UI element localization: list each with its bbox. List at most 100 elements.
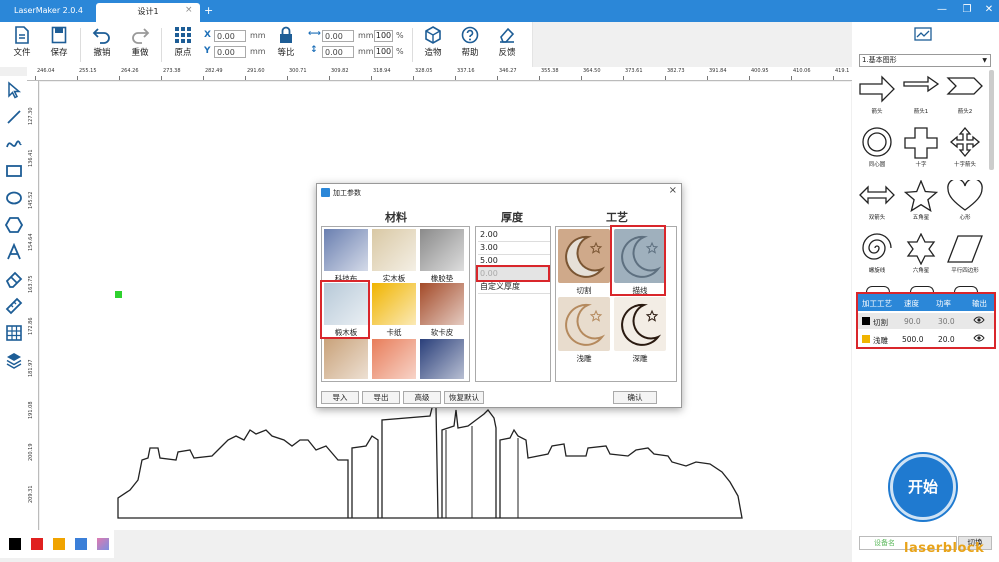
minimize-button[interactable]: — — [935, 4, 949, 15]
ruler-tick-label: 364.50 — [583, 68, 601, 74]
origin-label: 原点 — [174, 48, 192, 58]
close-button[interactable]: ✕ — [982, 4, 996, 15]
save-button[interactable]: 保存 — [43, 26, 75, 58]
skyline-drawing[interactable] — [116, 400, 746, 520]
restore-default-button[interactable]: 恢复默认 — [444, 391, 484, 404]
polygon-tool[interactable] — [5, 216, 23, 234]
layers-tool[interactable] — [5, 351, 23, 369]
layer-speed[interactable]: 500.0 — [902, 335, 923, 344]
add-tab-button[interactable]: + — [204, 4, 213, 17]
make-button[interactable]: 造物 — [417, 26, 449, 58]
tab-close-icon[interactable]: × — [185, 5, 193, 15]
layer-power[interactable]: 30.0 — [938, 317, 955, 326]
feedback-button[interactable]: 反馈 — [491, 26, 523, 58]
shape-item[interactable]: 平行四边形 — [944, 233, 986, 274]
save-icon — [51, 26, 67, 44]
y-input[interactable] — [214, 46, 246, 58]
curve-tool[interactable] — [5, 135, 23, 153]
ruler-tick-label: 355.38 — [541, 68, 559, 74]
shape-icon — [903, 75, 940, 93]
restore-button[interactable]: ❐ — [960, 4, 974, 15]
shape-label: 箭头2 — [957, 109, 973, 115]
help-button[interactable]: 帮助 — [454, 26, 486, 58]
shape-label: 五角星 — [912, 215, 930, 221]
material-thumbnail[interactable] — [372, 339, 416, 379]
shape-item[interactable]: 六角星 — [900, 233, 942, 274]
ruler-tick-label: 300.71 — [289, 68, 307, 74]
material-item[interactable]: 科技布 — [324, 229, 368, 284]
material-item[interactable]: 橡胶垫 — [420, 229, 464, 284]
shape-label: 螺旋线 — [868, 268, 886, 274]
shape-scrollbar[interactable] — [989, 70, 994, 170]
ruler-tool[interactable] — [5, 297, 23, 315]
eraser-tool[interactable] — [5, 270, 23, 288]
eye-icon[interactable] — [973, 334, 985, 344]
left-ruler: 127.30 136.41 145.52 154.64 163.75 172.86 181.… — [27, 81, 39, 530]
layer-power[interactable]: 20.0 — [938, 335, 955, 344]
rectangle-tool[interactable] — [5, 162, 23, 180]
width-percent-sign: % — [396, 31, 404, 40]
material-item[interactable]: 软卡皮 — [420, 283, 464, 338]
export-button[interactable]: 导出 — [362, 391, 400, 404]
file-button[interactable]: 文件 — [6, 26, 38, 58]
ruler-tick — [455, 76, 456, 80]
select-tool[interactable] — [5, 81, 23, 99]
chart-panel-icon[interactable] — [914, 27, 932, 41]
layer-speed[interactable]: 90.0 — [904, 317, 921, 326]
shape-item[interactable]: 同心圆 — [856, 127, 898, 168]
start-button[interactable]: 开始 — [890, 454, 956, 520]
thickness-option[interactable]: 3.00 — [478, 242, 550, 255]
color-swatch[interactable] — [31, 538, 43, 550]
shape-item[interactable]: 十字箭头 — [944, 127, 986, 168]
layer-row[interactable]: 切割 90.0 30.0 — [858, 313, 994, 329]
height-percent[interactable]: 100 — [374, 46, 393, 58]
shape-item[interactable]: 箭头1 — [900, 74, 942, 115]
ruler-tick — [77, 76, 78, 80]
dialog-close-icon[interactable]: × — [669, 185, 677, 196]
text-tool[interactable] — [5, 243, 23, 261]
import-button[interactable]: 导入 — [321, 391, 359, 404]
shape-label: 同心圆 — [868, 162, 886, 168]
ellipse-tool[interactable] — [5, 189, 23, 207]
width-input[interactable] — [322, 30, 354, 42]
lock-ratio-button[interactable]: 等比 — [270, 26, 302, 58]
shape-item[interactable]: 双箭头 — [856, 180, 898, 221]
shape-item[interactable]: 箭头2 — [944, 74, 986, 115]
shape-item[interactable]: 螺旋线 — [856, 233, 898, 274]
shape-item[interactable]: 五角星 — [900, 180, 942, 221]
material-thumbnail[interactable] — [420, 339, 464, 379]
process-item[interactable]: 深雕 — [614, 297, 666, 365]
height-input[interactable] — [322, 46, 354, 58]
material-item[interactable]: 卡纸 — [372, 283, 416, 338]
material-thumbnail[interactable] — [324, 339, 368, 379]
x-input[interactable] — [214, 30, 246, 42]
color-swatch[interactable] — [9, 538, 21, 550]
shape-category-select[interactable]: 1.基本图形 ▼ — [859, 54, 991, 67]
width-percent[interactable]: 100 — [374, 30, 393, 42]
ruler-tick — [35, 76, 36, 80]
color-swatch[interactable] — [53, 538, 65, 550]
color-swatch[interactable] — [97, 538, 109, 550]
shape-label: 心形 — [959, 215, 971, 221]
color-swatch[interactable] — [75, 538, 87, 550]
eye-icon[interactable] — [973, 316, 985, 326]
advanced-button[interactable]: 高级 — [403, 391, 441, 404]
shape-item[interactable]: 箭头 — [856, 74, 898, 115]
eraser-feedback-icon — [500, 27, 515, 43]
process-item[interactable]: 切割 — [558, 229, 610, 297]
layer-row[interactable]: 浅雕 500.0 20.0 — [858, 331, 994, 347]
material-item[interactable]: 实木板 — [372, 229, 416, 284]
process-item[interactable]: 浅雕 — [558, 297, 610, 365]
origin-button[interactable]: 原点 — [167, 26, 199, 58]
thickness-option[interactable]: 自定义厚度 — [478, 281, 550, 294]
process-title: 工艺 — [606, 211, 628, 224]
shape-item[interactable]: 十字 — [900, 127, 942, 168]
confirm-button[interactable]: 确认 — [613, 391, 657, 404]
undo-button[interactable]: 撤销 — [86, 26, 118, 58]
redo-button[interactable]: 重做 — [124, 26, 156, 58]
toolbar: 文件 保存 撤销 重做 原点 X mm Y mm 等比 ⟷ mm 100 % ↕ — [0, 22, 533, 67]
line-tool[interactable] — [5, 108, 23, 126]
thickness-option[interactable]: 2.00 — [478, 229, 550, 242]
shape-item[interactable]: 心形 — [944, 180, 986, 221]
table-tool[interactable] — [5, 324, 23, 342]
